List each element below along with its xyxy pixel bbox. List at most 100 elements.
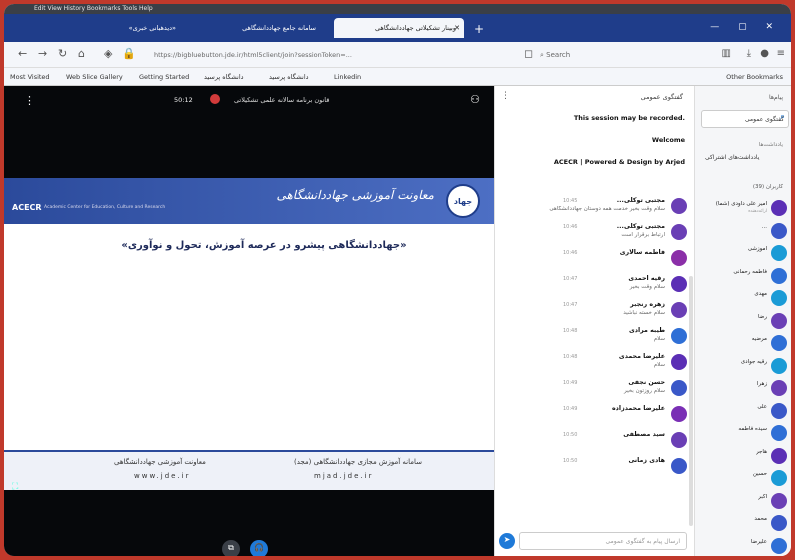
avatar[interactable] [671, 406, 687, 422]
address-bar[interactable]: https://bigbluebutton.jde.ir/html5client… [154, 48, 514, 62]
new-tab-icon[interactable]: + [474, 22, 484, 36]
user-list-item[interactable]: مرضیه [699, 333, 789, 356]
avatar[interactable] [771, 515, 787, 531]
avatar[interactable] [671, 224, 687, 240]
avatar[interactable] [771, 380, 787, 396]
avatar[interactable] [771, 290, 787, 306]
other-bookmarks[interactable]: Other Bookmarks [726, 73, 783, 81]
avatar[interactable] [771, 222, 787, 239]
send-message-button[interactable]: ➤ [499, 533, 515, 549]
avatar[interactable] [671, 250, 687, 266]
user-name: علیرضا [750, 538, 767, 545]
bookmark-4[interactable]: دانشگاه پرسید [204, 73, 244, 81]
search-input[interactable]: ⌕ Search [534, 47, 684, 63]
close-tab-icon[interactable]: ✕ [454, 24, 460, 32]
participants-icon[interactable]: ⚇ [470, 93, 480, 106]
reader-icon[interactable]: ◻ [524, 47, 533, 60]
user-list-item[interactable]: سیده فاطمه [699, 423, 789, 446]
chat-message-input[interactable]: ارسال پیام به گفتگوی عمومی [519, 532, 687, 550]
bookmark-2[interactable]: Web Slice Gallery [66, 73, 123, 81]
back-icon[interactable]: ← [18, 47, 27, 60]
chat-message: حسن نجفی 10:49 سلام روزتون بخیر [503, 378, 687, 404]
avatar[interactable] [671, 354, 687, 370]
message-time: 10:50 [563, 432, 578, 438]
avatar[interactable] [671, 276, 687, 292]
account-icon[interactable]: ● [760, 48, 769, 59]
window-controls[interactable]: — ▢ ✕ [710, 22, 781, 32]
user-list-item[interactable]: فاطمه رحمانی [699, 266, 789, 289]
user-name: ... [761, 223, 767, 230]
avatar[interactable] [771, 492, 787, 509]
bookmark-3[interactable]: Getting Started [139, 73, 189, 81]
lock-icon[interactable]: 🔒 [122, 47, 136, 60]
avatar[interactable] [671, 328, 687, 344]
download-icon[interactable]: ⤓ [747, 48, 751, 59]
slide-organization: معاونت آموزشی جهاددانشگاهی [276, 188, 434, 202]
user-list-item[interactable]: ... [699, 221, 789, 244]
public-chat-item[interactable]: گفتگوی عمومی [701, 110, 789, 128]
bookmark-1[interactable]: Most Visited [10, 73, 50, 81]
avatar[interactable] [771, 267, 787, 284]
shared-notes-item[interactable]: یادداشت‌های اشتراکی [705, 154, 759, 161]
avatar[interactable] [671, 432, 687, 448]
chat-message: مجتبی توکلی... 10:45 سلام وقت بخیر خدمت هم… [503, 196, 687, 222]
footer-right-url: mjad.jde.ir [314, 472, 374, 480]
message-author: مجتبی توکلی... [616, 197, 665, 204]
user-list-item[interactable]: محمد [699, 513, 789, 536]
avatar[interactable] [771, 537, 787, 554]
user-list-item[interactable]: حسین [699, 468, 789, 491]
home-icon[interactable]: ⌂ [78, 47, 85, 60]
user-role: ارائه‌دهنده [748, 209, 767, 214]
slide-footer: معاونت آموزشی جهاددانشگاهی www.jde.ir سا… [4, 450, 494, 490]
record-indicator-icon[interactable] [210, 94, 220, 104]
reload-icon[interactable]: ↻ [58, 47, 67, 60]
chat-scrollbar[interactable] [689, 276, 693, 526]
avatar[interactable] [671, 380, 687, 396]
options-menu-icon[interactable]: ⋮ [24, 94, 35, 107]
message-author: فاطمه سالاری [619, 249, 665, 256]
bookmark-6[interactable]: Linkedin [334, 73, 361, 81]
avatar[interactable] [771, 402, 787, 419]
avatar[interactable] [771, 470, 787, 486]
user-list-item[interactable]: علی [699, 401, 789, 424]
tab-active[interactable]: وبینار تشکیلاتی جهاددانشگاهی ✕ [334, 18, 464, 38]
avatar[interactable] [671, 458, 687, 474]
shield-icon[interactable]: ◈ [104, 47, 112, 60]
chat-message: زهره رنجبر 10:47 سلام خسته نباشید [503, 300, 687, 326]
menu-bar[interactable]: Edit View History Bookmarks Tools Help [4, 4, 791, 14]
user-list-item[interactable]: رقیه جوادی [699, 356, 789, 379]
tab-1[interactable]: «دیدهبانی خبری» [64, 18, 184, 38]
avatar[interactable] [771, 245, 787, 261]
user-list-item[interactable]: رضا [699, 311, 789, 334]
user-list-item[interactable]: اکبر [699, 491, 789, 514]
avatar[interactable] [771, 357, 787, 374]
user-list-item[interactable]: علیرضا [699, 536, 789, 557]
footer-left-url: www.jde.ir [134, 472, 191, 480]
avatar[interactable] [771, 447, 787, 464]
bookmark-5[interactable]: دانشگاه پرسید [269, 73, 309, 81]
user-name: اکبر [758, 493, 767, 500]
chat-message: طیبه مرادی 10:48 سلام [503, 326, 687, 352]
fullscreen-icon[interactable]: ⛶ [12, 482, 18, 492]
message-text: سلام وقت بخیر [629, 284, 665, 290]
avatar[interactable] [771, 312, 787, 329]
avatar[interactable] [771, 335, 787, 351]
tab-2[interactable]: سامانه جامع جهاددانشگاهی [204, 18, 324, 38]
audio-headphones-button[interactable]: 🎧 [250, 540, 268, 556]
user-name: فاطمه رحمانی [733, 268, 767, 275]
library-icon[interactable]: ▥ [722, 48, 731, 59]
menu-icon[interactable]: ≡ [777, 48, 785, 59]
message-time: 10:49 [563, 406, 578, 412]
avatar[interactable] [671, 302, 687, 318]
user-list-item[interactable]: هاجر [699, 446, 789, 469]
avatar[interactable] [771, 200, 787, 216]
share-screen-button[interactable]: ⧉ [222, 540, 240, 556]
forward-icon[interactable]: → [38, 47, 47, 60]
user-list-item[interactable]: مهدی [699, 288, 789, 311]
user-list-item[interactable]: آموزشی [699, 243, 789, 266]
user-list-item[interactable]: زهرا [699, 378, 789, 401]
user-list-item[interactable]: امیر علی داودی (شما) ارائه‌دهنده [699, 198, 789, 221]
user-name: زهرا [756, 381, 767, 387]
avatar[interactable] [771, 425, 787, 441]
avatar[interactable] [671, 198, 687, 214]
